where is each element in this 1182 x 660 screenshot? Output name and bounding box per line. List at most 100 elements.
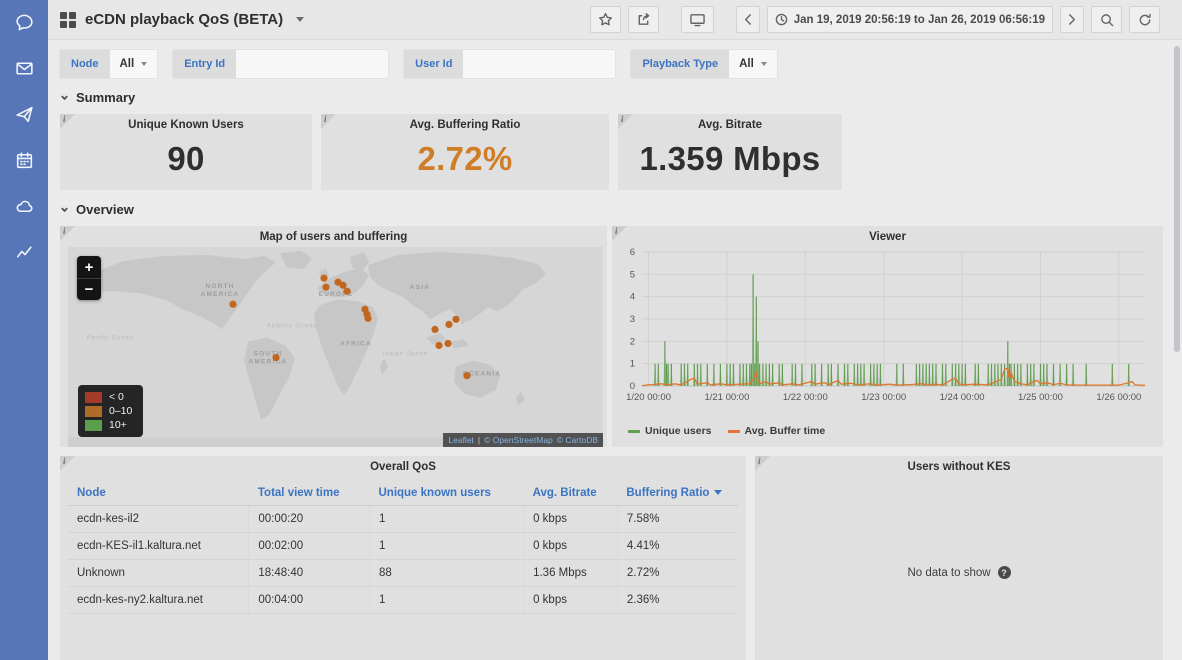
- user-location-dot[interactable]: [343, 288, 350, 295]
- panel-info-icon[interactable]: i: [60, 226, 75, 241]
- users-without-kes-title[interactable]: Users without KES: [755, 456, 1163, 476]
- user-location-dot[interactable]: [444, 340, 451, 347]
- user-id-filter-label: User Id: [404, 50, 463, 78]
- table-column-header[interactable]: Total view time: [249, 481, 370, 506]
- chart-legend-item[interactable]: Avg. Buffer time: [728, 425, 826, 437]
- table-row[interactable]: ecdn-kes-il200:00:2010 kbps7.58%: [68, 506, 738, 533]
- panel-info-icon[interactable]: i: [60, 456, 75, 471]
- zoom-out-time-button[interactable]: [1091, 6, 1122, 33]
- cloud-icon[interactable]: [12, 194, 36, 218]
- viewer-chart-panel: i Viewer 01234561/20 00:001/21 00:001/22…: [612, 226, 1163, 447]
- map-legend-item: 10+: [85, 419, 132, 431]
- table-cell: 0 kbps: [524, 533, 618, 560]
- playback-type-select[interactable]: All: [729, 50, 777, 78]
- refresh-button[interactable]: [1129, 6, 1160, 33]
- table-cell: ecdn-KES-il1.kaltura.net: [68, 533, 249, 560]
- user-location-dot[interactable]: [445, 321, 452, 328]
- viewer-chart[interactable]: 01234561/20 00:001/21 00:001/22 00:001/2…: [616, 246, 1159, 418]
- node-filter-select[interactable]: All: [110, 50, 158, 78]
- chart-legend-item[interactable]: Unique users: [628, 425, 712, 437]
- scrollbar-thumb[interactable]: [1174, 46, 1180, 352]
- time-range-forward-button[interactable]: [1060, 6, 1084, 33]
- mail-icon[interactable]: [12, 56, 36, 80]
- calendar-icon[interactable]: [12, 148, 36, 172]
- user-location-dot[interactable]: [320, 275, 327, 282]
- user-id-input[interactable]: [463, 50, 615, 78]
- user-location-dot[interactable]: [229, 301, 236, 308]
- ocean-label: Atlantic Ocean: [266, 323, 317, 329]
- entry-id-input[interactable]: [236, 50, 388, 78]
- dashboard-title-caret-icon[interactable]: [296, 17, 304, 22]
- stat-title: Unique Known Users: [60, 114, 312, 134]
- user-location-dot[interactable]: [435, 342, 442, 349]
- send-icon[interactable]: [12, 102, 36, 126]
- map-panel-title[interactable]: Map of users and buffering: [60, 226, 607, 246]
- tv-kiosk-button[interactable]: [681, 6, 714, 33]
- dashboard-title[interactable]: eCDN playback QoS (BETA): [85, 11, 283, 28]
- legend-label: 0–10: [109, 405, 132, 417]
- legend-swatch: [85, 392, 102, 403]
- no-data-text: No data to show: [907, 567, 990, 579]
- panel-info-icon[interactable]: i: [321, 114, 336, 129]
- users-without-kes-panel: i Users without KES No data to show ?: [755, 456, 1163, 660]
- openstreetmap-link[interactable]: © OpenStreetMap: [484, 435, 553, 445]
- help-question-icon[interactable]: ?: [998, 566, 1011, 579]
- dashboard-grid-icon[interactable]: [60, 12, 76, 28]
- panel-info-icon[interactable]: i: [618, 114, 633, 129]
- stat-title: Avg. Bitrate: [618, 114, 842, 134]
- viewer-panel-title[interactable]: Viewer: [612, 226, 1163, 246]
- share-button[interactable]: [628, 6, 659, 33]
- map-zoom-in-button[interactable]: +: [77, 256, 101, 278]
- svg-text:5: 5: [630, 269, 635, 280]
- user-location-dot[interactable]: [452, 316, 459, 323]
- table-cell: 2.36%: [617, 587, 738, 614]
- cartodb-link[interactable]: © CartoDB: [557, 435, 598, 445]
- table-column-header[interactable]: Buffering Ratio: [617, 481, 738, 506]
- table-cell: 00:00:20: [249, 506, 370, 533]
- svg-text:3: 3: [630, 314, 635, 325]
- user-location-dot[interactable]: [431, 326, 438, 333]
- summary-section-header[interactable]: Summary: [60, 90, 1163, 105]
- table-row[interactable]: ecdn-kes-ny2.kaltura.net00:04:0010 kbps2…: [68, 587, 738, 614]
- table-cell: 4.41%: [617, 533, 738, 560]
- table-column-header[interactable]: Avg. Bitrate: [524, 481, 618, 506]
- overview-section-header[interactable]: Overview: [60, 202, 1163, 217]
- star-button[interactable]: [590, 6, 621, 33]
- svg-text:2: 2: [630, 336, 635, 347]
- leaflet-link[interactable]: Leaflet: [448, 435, 474, 445]
- continent-label: NORTH: [205, 283, 234, 290]
- trend-chart-icon[interactable]: [12, 240, 36, 264]
- dashboard-content: Node All Entry Id User Id Playback Type …: [48, 40, 1182, 660]
- time-range-back-button[interactable]: [736, 6, 760, 33]
- user-location-dot[interactable]: [364, 315, 371, 322]
- panel-info-icon[interactable]: i: [612, 226, 627, 241]
- table-cell: 88: [369, 560, 523, 587]
- user-location-dot[interactable]: [339, 282, 346, 289]
- table-column-header[interactable]: Node: [68, 481, 249, 506]
- table-cell: 7.58%: [617, 506, 738, 533]
- user-location-dot[interactable]: [272, 354, 279, 361]
- main-area: eCDN playback QoS (BETA) Jan 19, 2019 20…: [48, 0, 1182, 660]
- qos-table-panel: i Overall QoS NodeTotal view timeUnique …: [60, 456, 746, 660]
- table-row[interactable]: ecdn-KES-il1.kaltura.net00:02:0010 kbps4…: [68, 533, 738, 560]
- panel-info-icon[interactable]: i: [60, 114, 75, 129]
- table-column-header[interactable]: Unique known users: [369, 481, 523, 506]
- table-row[interactable]: Unknown18:48:40881.36 Mbps2.72%: [68, 560, 738, 587]
- ocean-label: Indian Ocean: [382, 352, 427, 358]
- map-panel: i Map of users and buffering: [60, 226, 607, 447]
- chat-icon[interactable]: [12, 10, 36, 34]
- legend-swatch: [85, 420, 102, 431]
- overview-section-title: Overview: [76, 202, 134, 217]
- playback-type-filter-label: Playback Type: [631, 50, 729, 78]
- world-map[interactable]: NORTHAMERICASOUTHAMERICAEUROPEAFRICAASIA…: [68, 247, 603, 447]
- qos-table-title[interactable]: Overall QoS: [60, 456, 746, 476]
- table-cell: 0 kbps: [524, 506, 618, 533]
- attribution-separator: |: [478, 435, 480, 445]
- ocean-label: Pacific Ocean: [86, 335, 133, 341]
- time-range-picker[interactable]: Jan 19, 2019 20:56:19 to Jan 26, 2019 06…: [767, 6, 1053, 33]
- user-location-dot[interactable]: [463, 372, 470, 379]
- user-location-dot[interactable]: [322, 284, 329, 291]
- map-zoom-out-button[interactable]: −: [77, 278, 101, 300]
- panel-info-icon[interactable]: i: [755, 456, 770, 471]
- stat-panel-avg-bitrate: i Avg. Bitrate 1.359 Mbps: [618, 114, 842, 190]
